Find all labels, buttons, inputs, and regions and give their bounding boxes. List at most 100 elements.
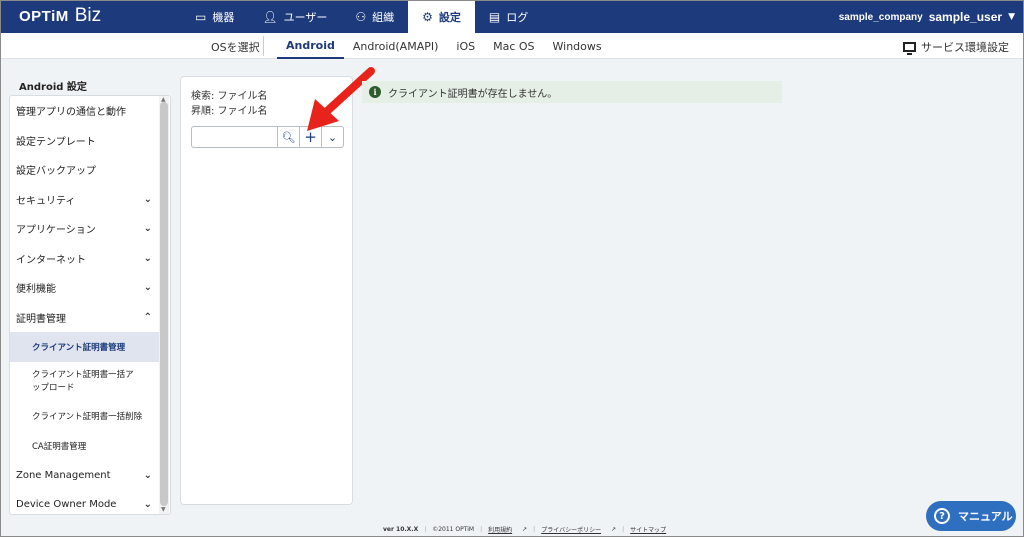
device-icon: ▭ (195, 10, 207, 24)
tab-android-amapi[interactable]: Android(AMAPI) (344, 33, 448, 59)
footer: ver 10.X.X | ©2011 OPTiM | 利用規約 ↗ | プライバ… (378, 525, 671, 534)
manual-button[interactable]: ? マニュアル (926, 501, 1016, 531)
sidebar-item-label: Zone Management (16, 469, 111, 481)
info-icon: i (369, 86, 381, 98)
chevron-down-icon: ⌄ (143, 193, 152, 205)
sidebar-scrollbar[interactable]: ▲ ▼ (159, 96, 169, 514)
sidebar-item-zone-management[interactable]: Zone Management ⌄ (10, 461, 160, 491)
sidebar-item-settings-template[interactable]: 設定テンプレート (10, 126, 160, 156)
sidebar-item-label: インターネット (16, 254, 86, 266)
privacy-policy-link[interactable]: プライバシーポリシー (536, 525, 606, 534)
log-icon: ▤ (488, 10, 501, 24)
user-name: sample_user (928, 10, 1003, 24)
copyright-text: ©2011 OPTiM (432, 526, 475, 533)
sidebar-item-label: Device Owner Mode (16, 499, 117, 511)
divider (263, 36, 264, 56)
chevron-down-icon: ⌄ (143, 252, 152, 264)
manual-label: マニュアル (958, 510, 1013, 523)
nav-settings[interactable]: ⚙ 設定 (408, 1, 475, 33)
sidebar-item-label: セキュリティ (16, 195, 76, 207)
sidebar-item-client-cert-bulk-upload[interactable]: クライアント証明書一括アップロード (10, 362, 160, 402)
sidebar-item-label: 設定バックアップ (16, 166, 96, 178)
sidebar-item-device-owner-mode[interactable]: Device Owner Mode ⌄ (10, 490, 160, 514)
chevron-down-icon: ⌄ (143, 499, 152, 511)
scrollbar-thumb[interactable] (160, 102, 168, 506)
terms-label: 利用規約 (488, 527, 513, 534)
sidebar-item-label: クライアント証明書一括削除 (32, 412, 143, 423)
chevron-down-icon: ▼ (1008, 12, 1015, 22)
tab-macos[interactable]: Mac OS (484, 33, 543, 59)
nav-users[interactable]: 👤︎ ユーザー (248, 1, 341, 33)
divider: | (622, 526, 625, 533)
sidebar-item-label: クライアント証明書管理 (32, 342, 126, 353)
os-selection-bar: OSを選択 Android Android(AMAPI) iOS Mac OS … (1, 33, 1023, 59)
search-criteria-label: 検索: ファイル名 (191, 91, 268, 102)
notice-text: クライアント証明書が存在しません。 (388, 88, 558, 100)
terms-link[interactable]: 利用規約 (483, 525, 517, 534)
help-icon: ? (934, 508, 950, 524)
sidebar-item-label: 証明書管理 (16, 313, 66, 325)
external-link-icon: ↗ (611, 526, 617, 533)
sidebar-item-label: クライアント証明書一括アップロード (32, 369, 134, 393)
sidebar-item-label: CA証明書管理 (32, 441, 87, 452)
sidebar-item-app-communication[interactable]: 管理アプリの通信と動作 (10, 96, 160, 126)
sidebar-item-label: アプリケーション (16, 225, 96, 237)
tab-windows[interactable]: Windows (544, 33, 611, 59)
nav-users-label: ユーザー (283, 11, 328, 24)
external-link-icon: ↗ (522, 526, 528, 533)
logo-sub-text: Biz (74, 5, 102, 26)
divider: | (480, 526, 483, 533)
chevron-down-icon: ⌄ (143, 223, 152, 235)
nav-devices-label: 機器 (212, 11, 235, 24)
os-select-label: OSを選択 (211, 41, 260, 54)
nav-organization-label: 組織 (372, 11, 395, 24)
chevron-up-icon: ⌃ (143, 311, 152, 323)
user-menu[interactable]: sample_company sample_user ▼ (839, 1, 1015, 33)
nav-devices[interactable]: ▭ 機器 (181, 1, 248, 33)
sidebar-item-convenience[interactable]: 便利機能 ⌄ (10, 273, 160, 303)
tab-android[interactable]: Android (277, 33, 344, 59)
company-name: sample_company (838, 11, 923, 23)
divider: | (533, 526, 536, 533)
sidebar-item-client-cert-bulk-delete[interactable]: クライアント証明書一括削除 (10, 402, 160, 432)
sidebar-item-certificate-management[interactable]: 証明書管理 ⌃ (10, 303, 160, 333)
organization-icon: ⚇ (355, 10, 367, 24)
tab-ios[interactable]: iOS (447, 33, 484, 59)
main-nav: ▭ 機器 👤︎ ユーザー ⚇ 組織 ⚙ 設定 ▤ ログ (181, 1, 542, 33)
monitor-icon (903, 42, 916, 55)
sidebar-item-label: 便利機能 (16, 284, 56, 296)
service-settings-label: サービス環境設定 (921, 41, 1009, 54)
sidebar-item-settings-backup[interactable]: 設定バックアップ (10, 155, 160, 185)
sidebar: 管理アプリの通信と動作 設定テンプレート 設定バックアップ セキュリティ ⌄ アプ… (9, 95, 171, 515)
nav-organization[interactable]: ⚇ 組織 (341, 1, 408, 33)
nav-log[interactable]: ▤ ログ (475, 1, 542, 33)
service-settings-link[interactable]: サービス環境設定 (903, 39, 1009, 55)
sidebar-item-label: 設定テンプレート (16, 136, 96, 148)
chevron-down-icon: ⌄ (143, 282, 152, 294)
privacy-label: プライバシーポリシー (541, 527, 602, 534)
logo-main-text: OPTiM (19, 8, 69, 25)
user-icon: 👤︎ (262, 10, 278, 24)
sitemap-label: サイトマップ (630, 527, 667, 534)
nav-settings-label: 設定 (438, 11, 461, 24)
scroll-down-arrow-icon[interactable]: ▼ (161, 506, 166, 513)
nav-log-label: ログ (506, 11, 529, 24)
optim-biz-logo[interactable]: OPTiM Biz (19, 5, 101, 27)
version-text: ver 10.X.X (383, 526, 419, 533)
divider: | (424, 526, 427, 533)
sidebar-item-internet[interactable]: インターネット ⌄ (10, 244, 160, 274)
gear-icon: ⚙ (422, 10, 433, 24)
sidebar-item-label: 管理アプリの通信と動作 (16, 107, 126, 119)
sidebar-heading: Android 設定 (19, 82, 87, 93)
info-notice: i クライアント証明書が存在しません。 (362, 81, 782, 103)
chevron-down-icon: ⌄ (143, 469, 152, 481)
top-navigation-bar: OPTiM Biz ▭ 機器 👤︎ ユーザー ⚇ 組織 ⚙ 設定 ▤ ログ sa… (1, 1, 1023, 33)
sidebar-item-application[interactable]: アプリケーション ⌄ (10, 214, 160, 244)
sitemap-link[interactable]: サイトマップ (625, 525, 671, 534)
os-tabs: Android Android(AMAPI) iOS Mac OS Window… (277, 33, 611, 59)
sidebar-item-security[interactable]: セキュリティ ⌄ (10, 185, 160, 215)
sidebar-item-client-cert-management[interactable]: クライアント証明書管理 (10, 332, 160, 362)
sort-order-label: 昇順: ファイル名 (191, 106, 268, 117)
sidebar-item-ca-cert-management[interactable]: CA証明書管理 (10, 431, 160, 461)
search-input[interactable] (191, 126, 278, 148)
